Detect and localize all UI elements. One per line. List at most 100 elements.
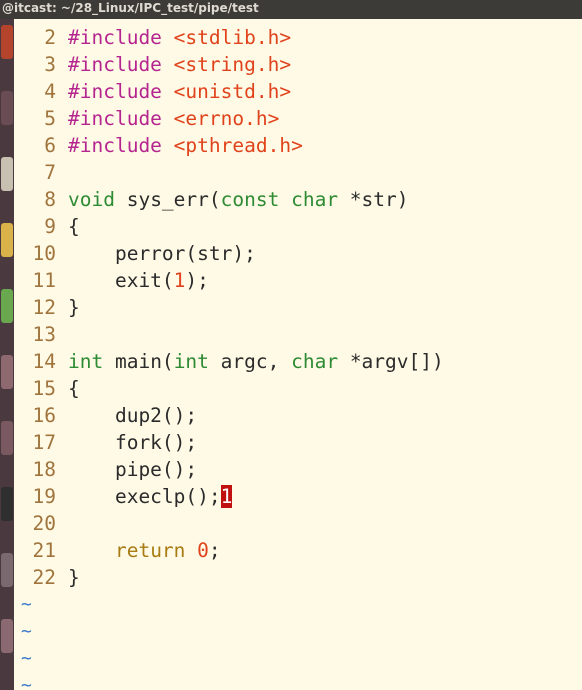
launcher-bar: [0, 19, 14, 690]
code-token: }: [68, 296, 80, 319]
line-number: 3: [44, 53, 56, 76]
code-token: ;: [208, 539, 221, 562]
code-line[interactable]: 6 #include <pthread.h>: [14, 132, 303, 159]
code-token: main(: [103, 350, 174, 373]
line-number: 7: [44, 161, 56, 184]
code-token: *argv[]): [338, 350, 444, 373]
settings-icon[interactable]: [1, 289, 13, 323]
browser-icon[interactable]: [1, 157, 13, 191]
code-token: *str): [338, 188, 409, 211]
code-token: );: [185, 269, 209, 292]
line-number: 21: [32, 539, 56, 562]
line-number: 20: [32, 512, 56, 535]
line-number: 12: [32, 296, 56, 319]
code-line[interactable]: 22}: [14, 564, 80, 591]
code-token: argc,: [208, 350, 292, 373]
terminal-icon[interactable]: [1, 487, 13, 521]
code-token: char: [291, 188, 339, 211]
code-line[interactable]: 11 exit(1);: [14, 267, 209, 294]
app-icon[interactable]: [1, 553, 13, 587]
code-token: #include: [68, 134, 174, 157]
line-number: 17: [32, 431, 56, 454]
code-line[interactable]: 8 void sys_err(const char *str): [14, 186, 409, 213]
line-number: 19: [32, 485, 56, 508]
code-token: <unistd.h>: [173, 80, 292, 103]
code-token: {: [68, 215, 80, 238]
empty-line-marker: ~: [21, 594, 32, 615]
code-line[interactable]: 2 #include <stdlib.h>: [14, 24, 291, 51]
line-number: 15: [32, 377, 56, 400]
code-line[interactable]: 9{: [14, 213, 80, 240]
code-token: }: [68, 566, 80, 589]
code-line[interactable]: 21 return 0;: [14, 537, 221, 564]
terminal-icon[interactable]: [1, 25, 13, 59]
empty-line-marker: ~: [21, 675, 32, 690]
code-line[interactable]: 15 {: [14, 375, 80, 402]
code-token: #include: [68, 53, 174, 76]
app-icon[interactable]: [1, 421, 13, 455]
code-line[interactable]: 16 dup2();: [14, 402, 198, 429]
code-token: sys_err(: [114, 188, 221, 211]
code-token: return: [114, 539, 186, 562]
code-token: dup2();: [68, 404, 198, 427]
code-line[interactable]: 4 #include <unistd.h>: [14, 78, 291, 105]
window-titlebar[interactable]: @itcast: ~/28_Linux/IPC_test/pipe/test: [0, 0, 582, 19]
code-token: char: [291, 350, 339, 373]
window-title: @itcast: ~/28_Linux/IPC_test/pipe/test: [2, 1, 259, 15]
empty-line-marker: ~: [21, 621, 32, 642]
line-number: 9: [44, 215, 56, 238]
code-token: const: [220, 188, 280, 211]
line-number: 13: [32, 323, 56, 346]
line-number: 8: [44, 188, 56, 211]
files-icon[interactable]: [1, 91, 13, 125]
code-token: exit(: [68, 269, 174, 292]
line-number: 6: [44, 134, 56, 157]
empty-line-marker: ~: [21, 648, 32, 669]
app-icon[interactable]: [1, 619, 13, 653]
code-token: pipe();: [68, 458, 198, 481]
line-number: 2: [44, 26, 56, 49]
code-token: {: [68, 377, 80, 400]
line-number: 4: [44, 80, 56, 103]
line-number: 5: [44, 107, 56, 130]
line-number: 16: [32, 404, 56, 427]
line-number: 14: [32, 350, 56, 373]
line-number: 18: [32, 458, 56, 481]
code-token: #include: [68, 26, 174, 49]
code-token: 0: [197, 539, 209, 562]
code-token: perror(str);: [68, 242, 256, 265]
code-token: 1: [173, 269, 186, 292]
code-token: void: [68, 188, 115, 211]
code-token: execlp();: [68, 485, 221, 508]
code-token: <stdlib.h>: [173, 26, 292, 49]
app-icon[interactable]: [1, 355, 13, 389]
code-token: int: [68, 350, 104, 373]
code-token: #include: [68, 80, 174, 103]
line-number: 11: [32, 269, 56, 292]
code-line[interactable]: 14 int main(int argc, char *argv[]): [14, 348, 444, 375]
line-number: 22: [32, 566, 56, 589]
code-token: <pthread.h>: [173, 134, 303, 157]
code-token: int: [173, 350, 209, 373]
code-token: fork();: [68, 431, 198, 454]
code-line[interactable]: 20: [14, 510, 68, 537]
line-number: 10: [32, 242, 56, 265]
code-line[interactable]: 18 pipe();: [14, 456, 198, 483]
code-line[interactable]: 19 execlp();1: [14, 483, 233, 510]
cursor: 1: [220, 485, 233, 508]
code-token: <string.h>: [173, 53, 292, 76]
code-token: #include: [68, 107, 174, 130]
code-line[interactable]: 13: [14, 321, 68, 348]
code-token: <errno.h>: [173, 107, 280, 130]
code-line[interactable]: 12}: [14, 294, 80, 321]
code-line[interactable]: 10 perror(str);: [14, 240, 256, 267]
chat-icon[interactable]: [1, 223, 13, 257]
code-line[interactable]: 17 fork();: [14, 429, 198, 456]
vim-editor[interactable]: 2 #include <stdlib.h> 3 #include <string.h>…: [14, 19, 582, 690]
code-line[interactable]: 5 #include <errno.h>: [14, 105, 279, 132]
code-line[interactable]: 7: [14, 159, 68, 186]
code-line[interactable]: 3 #include <string.h>: [14, 51, 291, 78]
